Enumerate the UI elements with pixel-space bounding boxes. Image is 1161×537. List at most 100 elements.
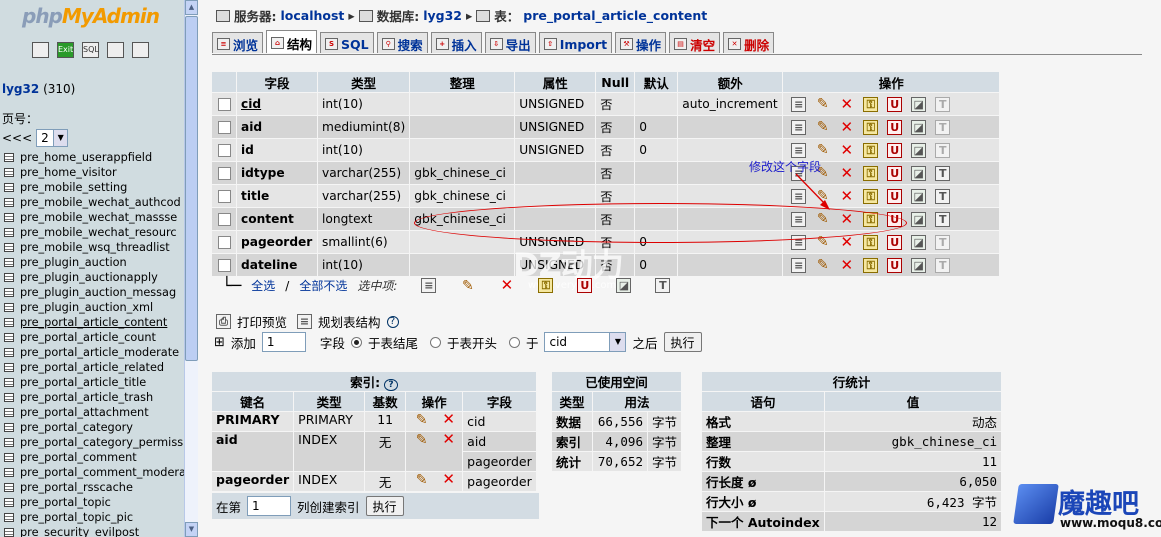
after-radio[interactable] xyxy=(508,336,520,348)
drop-icon[interactable]: ✕ xyxy=(839,234,854,250)
table-icon[interactable] xyxy=(4,213,14,222)
table-list-item[interactable]: pre_plugin_auction xyxy=(4,255,184,270)
at-end-radio[interactable] xyxy=(350,336,362,348)
table-list-item-label[interactable]: pre_plugin_auction xyxy=(20,255,127,270)
table-list-item[interactable]: pre_portal_attachment xyxy=(4,405,184,420)
edit-icon[interactable]: ✎ xyxy=(815,143,830,158)
after-field-select[interactable]: cid ▼ xyxy=(544,332,627,352)
index-icon[interactable]: ◪ xyxy=(911,119,927,135)
primary-key-icon[interactable]: ⚿ xyxy=(863,119,879,135)
fulltext-icon[interactable]: T xyxy=(935,165,951,181)
breadcrumb-server[interactable]: localhost xyxy=(281,8,345,23)
tab-sql[interactable]: S SQL xyxy=(320,32,374,53)
table-list-item[interactable]: pre_plugin_auctionapply xyxy=(4,270,184,285)
table-list-item-label[interactable]: pre_portal_comment_modera xyxy=(20,465,184,480)
edit-icon[interactable]: ✎ xyxy=(414,472,429,487)
table-list-item-label[interactable]: pre_mobile_wechat_resourc xyxy=(20,225,177,240)
browse-distinct-icon[interactable]: ≡ xyxy=(791,188,807,204)
sql-icon[interactable]: SQL xyxy=(82,42,99,58)
browse-distinct-icon[interactable]: ≡ xyxy=(791,96,807,112)
table-icon[interactable] xyxy=(4,498,14,507)
unique-icon[interactable]: U xyxy=(887,165,903,181)
index-icon[interactable]: ◪ xyxy=(911,211,927,227)
breadcrumb-database[interactable]: lyg32 xyxy=(423,8,462,23)
nav-scrollbar[interactable]: ▲ ▼ xyxy=(184,0,198,537)
edit-icon[interactable]: ✎ xyxy=(414,432,429,447)
query-icon[interactable] xyxy=(107,42,124,58)
table-icon[interactable] xyxy=(4,528,14,537)
help-icon[interactable] xyxy=(132,42,149,58)
drop-icon[interactable]: ✕ xyxy=(839,165,854,181)
table-list-item[interactable]: pre_portal_article_related xyxy=(4,360,184,375)
table-list-item[interactable]: pre_portal_comment_modera xyxy=(4,465,184,480)
table-list-item-label[interactable]: pre_portal_topic xyxy=(20,495,111,510)
drop-icon[interactable]: ✕ xyxy=(839,257,854,273)
edit-icon[interactable]: ✎ xyxy=(815,97,830,112)
edit-icon[interactable]: ✎ xyxy=(815,120,830,135)
tab-search[interactable]: ⚲ 搜索 xyxy=(376,32,428,53)
table-icon[interactable] xyxy=(4,483,14,492)
add-field-go-button[interactable]: 执行 xyxy=(663,332,702,352)
tab-browse[interactable]: ≡ 浏览 xyxy=(212,32,264,53)
edit-icon[interactable]: ✎ xyxy=(815,258,830,273)
scroll-down-arrow-icon[interactable]: ▼ xyxy=(185,522,198,537)
table-list-item-label[interactable]: pre_portal_article_moderate xyxy=(20,345,179,360)
tab-structure[interactable]: ⌂ 结构 xyxy=(266,30,318,53)
drop-icon[interactable]: ✕ xyxy=(441,432,456,447)
table-list-item-label[interactable]: pre_portal_category xyxy=(20,420,133,435)
database-link[interactable]: lyg32 xyxy=(2,82,39,96)
print-preview-link[interactable]: 打印预览 xyxy=(237,312,287,331)
fulltext-icon[interactable]: T xyxy=(935,96,951,112)
browse-selected-icon[interactable]: ≡ xyxy=(421,278,437,293)
table-list-item[interactable]: pre_mobile_wechat_resourc xyxy=(4,225,184,240)
table-list-item[interactable]: pre_portal_category_permiss xyxy=(4,435,184,450)
index-icon[interactable]: ◪ xyxy=(911,257,927,273)
row-checkbox[interactable] xyxy=(217,212,231,226)
tab-drop[interactable]: ✕ 删除 xyxy=(723,32,775,53)
tab-export[interactable]: ⇩ 导出 xyxy=(484,32,536,53)
table-icon[interactable] xyxy=(4,333,14,342)
table-icon[interactable] xyxy=(4,393,14,402)
tab-insert[interactable]: + 插入 xyxy=(430,32,482,53)
table-icon[interactable] xyxy=(4,378,14,387)
table-list-item[interactable]: pre_portal_topic_pic xyxy=(4,510,184,525)
table-list-item[interactable]: pre_portal_article_title xyxy=(4,375,184,390)
edit-icon[interactable]: ✎ xyxy=(815,189,830,204)
uncheck-all-link[interactable]: 全部不选 xyxy=(299,277,347,294)
drop-icon[interactable]: ✕ xyxy=(839,142,854,158)
row-checkbox[interactable] xyxy=(217,189,231,203)
table-icon[interactable] xyxy=(4,183,14,192)
table-list-item[interactable]: pre_plugin_auction_xml xyxy=(4,300,184,315)
index-selected-icon[interactable]: ◪ xyxy=(616,278,632,293)
unique-selected-icon[interactable]: U xyxy=(577,278,593,293)
drop-icon[interactable]: ✕ xyxy=(441,472,456,487)
table-icon[interactable] xyxy=(4,243,14,252)
table-icon[interactable] xyxy=(4,438,14,447)
table-icon[interactable] xyxy=(4,348,14,357)
index-icon[interactable]: ◪ xyxy=(911,234,927,250)
index-icon[interactable]: ◪ xyxy=(911,142,927,158)
table-list-item-label[interactable]: pre_plugin_auction_messag xyxy=(20,285,176,300)
table-icon[interactable] xyxy=(4,453,14,462)
table-list-item-label[interactable]: pre_portal_rsscache xyxy=(20,480,133,495)
primary-key-icon[interactable]: ⚿ xyxy=(863,234,879,250)
unique-icon[interactable]: U xyxy=(887,257,903,273)
fulltext-icon[interactable]: T xyxy=(935,257,951,273)
primary-key-icon[interactable]: ⚿ xyxy=(863,188,879,204)
fulltext-icon[interactable]: T xyxy=(935,234,951,250)
unique-icon[interactable]: U xyxy=(887,188,903,204)
table-icon[interactable] xyxy=(4,303,14,312)
table-icon[interactable] xyxy=(4,423,14,432)
browse-distinct-icon[interactable]: ≡ xyxy=(791,257,807,273)
primary-key-icon[interactable]: ⚿ xyxy=(863,96,879,112)
fulltext-icon[interactable]: T xyxy=(935,211,951,227)
table-list-item[interactable]: pre_home_userappfield xyxy=(4,150,184,165)
home-icon[interactable] xyxy=(32,42,49,58)
row-checkbox[interactable] xyxy=(217,143,231,157)
row-checkbox[interactable] xyxy=(217,97,231,111)
unique-icon[interactable]: U xyxy=(887,142,903,158)
table-icon[interactable] xyxy=(4,468,14,477)
exit-icon[interactable]: Exit xyxy=(57,42,74,58)
fulltext-icon[interactable]: T xyxy=(935,188,951,204)
table-list-item-label[interactable]: pre_portal_article_content xyxy=(20,315,167,330)
